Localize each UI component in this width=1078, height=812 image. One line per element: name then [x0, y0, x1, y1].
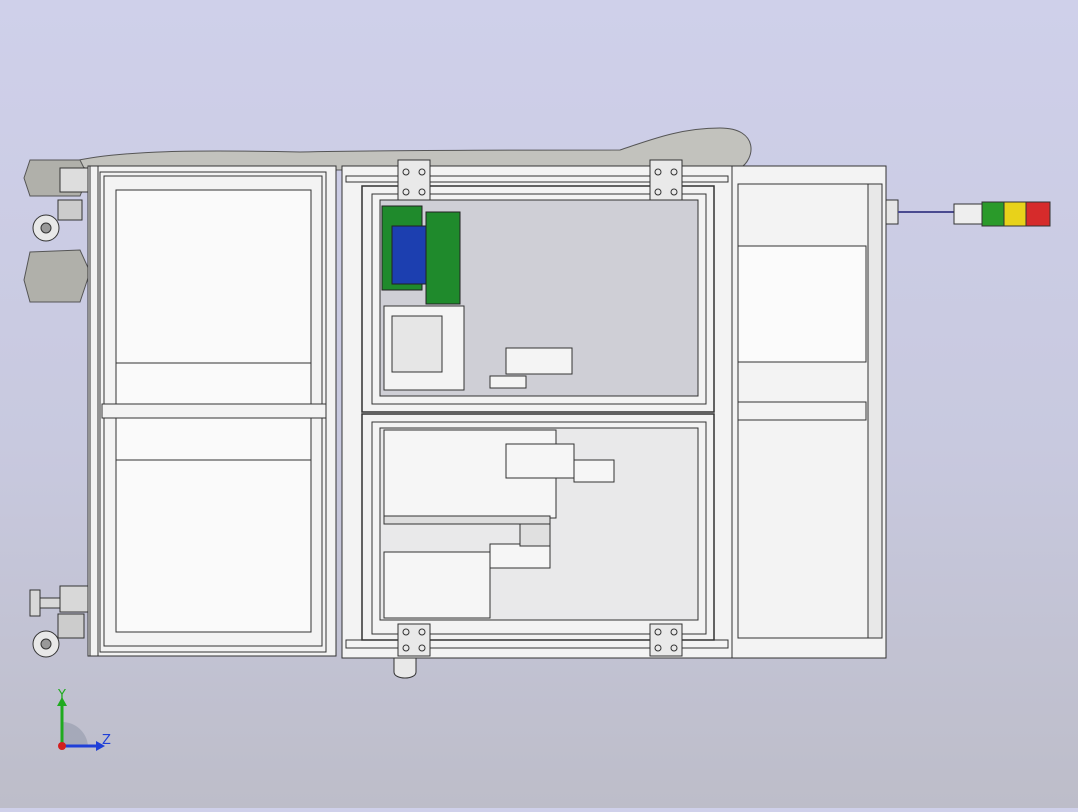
stack-light-icon — [885, 199, 1051, 227]
drum-assembly — [381, 205, 461, 305]
caster-wheel-icon — [32, 167, 89, 658]
cad-viewport[interactable]: Y Z — [0, 0, 1078, 808]
left-frame-section — [87, 165, 337, 657]
z-axis-label: Z — [102, 733, 111, 748]
orientation-triad: Y Z — [57, 688, 111, 751]
y-axis-label: Y — [57, 688, 66, 703]
right-frame-section — [731, 165, 887, 659]
leveling-foot-icon — [29, 585, 89, 617]
x-axis-dot — [58, 742, 66, 750]
model-canvas[interactable]: Y Z — [0, 0, 1078, 808]
